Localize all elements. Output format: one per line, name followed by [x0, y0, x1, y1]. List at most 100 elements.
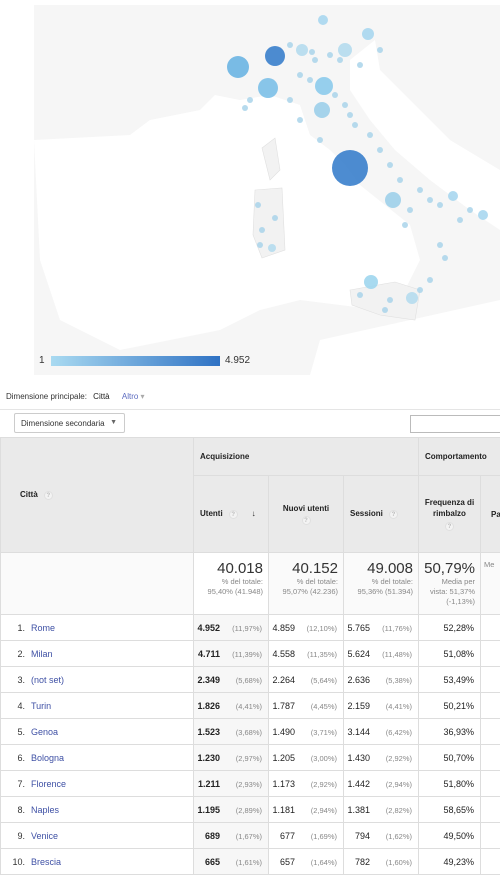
secondary-dimension-dropdown[interactable]: Dimensione secondaria ▼ — [14, 413, 125, 433]
city-link[interactable]: Turin — [31, 701, 51, 711]
geo-map[interactable] — [0, 0, 500, 385]
city-bubble[interactable] — [338, 43, 352, 57]
city-bubble[interactable] — [357, 292, 363, 298]
city-bubble[interactable] — [387, 162, 393, 168]
city-bubble[interactable] — [312, 57, 318, 63]
city-link[interactable]: (not set) — [31, 675, 64, 685]
city-bubble[interactable] — [377, 147, 383, 153]
city-bubble[interactable] — [315, 77, 333, 95]
table-search-input[interactable] — [410, 415, 500, 433]
city-bubble[interactable] — [296, 44, 308, 56]
column-header-pages[interactable]: Pa — [480, 475, 500, 553]
city-bubble[interactable] — [352, 122, 358, 128]
city-bubble[interactable] — [362, 28, 374, 40]
sessions-cell: 1.442 (2,94%) — [343, 770, 419, 797]
city-bubble[interactable] — [457, 217, 463, 223]
legend-min: 1 — [39, 355, 45, 366]
city-bubble[interactable] — [242, 105, 248, 111]
city-bubble[interactable] — [317, 137, 323, 143]
users-cell: 1.230 (2,97%) — [193, 744, 269, 771]
column-header-city[interactable]: Città? — [0, 437, 194, 553]
other-dimension-link[interactable]: Altro ▾ — [122, 392, 145, 401]
city-bubble[interactable] — [255, 202, 261, 208]
help-icon[interactable]: ? — [388, 509, 398, 519]
city-bubble[interactable] — [385, 192, 401, 208]
city-bubble[interactable] — [367, 132, 373, 138]
sessions-cell: 3.144 (6,42%) — [343, 718, 419, 745]
city-bubble[interactable] — [327, 52, 333, 58]
city-bubble[interactable] — [377, 47, 383, 53]
city-bubble[interactable] — [397, 177, 403, 183]
city-cell: 8. Naples — [0, 796, 194, 823]
row-index: 6. — [17, 752, 25, 763]
new-users-cell: 1.173 (2,92%) — [268, 770, 344, 797]
users-cell: 1.211 (2,93%) — [193, 770, 269, 797]
city-bubble[interactable] — [427, 277, 433, 283]
city-bubble[interactable] — [437, 202, 443, 208]
city-link[interactable]: Rome — [31, 623, 55, 633]
primary-dimension-city[interactable]: Città — [93, 392, 109, 401]
column-header-users[interactable]: Utenti? ↓ — [193, 475, 269, 553]
city-bubble[interactable] — [247, 97, 253, 103]
city-bubble[interactable] — [442, 255, 448, 261]
city-link[interactable]: Milan — [31, 649, 53, 659]
users-cell: 1.195 (2,89%) — [193, 796, 269, 823]
city-bubble[interactable] — [268, 244, 276, 252]
city-bubble[interactable] — [332, 92, 338, 98]
city-bubble[interactable] — [382, 307, 388, 313]
city-bubble[interactable] — [258, 78, 278, 98]
city-bubble[interactable] — [417, 187, 423, 193]
city-bubble[interactable] — [417, 287, 423, 293]
column-header-bounce-rate[interactable]: Frequenza di rimbalzo? — [418, 475, 481, 553]
total-pages: Me — [480, 552, 500, 615]
city-bubble[interactable] — [478, 210, 488, 220]
bounce-rate-cell: 50,70% — [418, 744, 481, 771]
city-bubble[interactable] — [406, 292, 418, 304]
city-bubble[interactable] — [342, 102, 348, 108]
help-icon[interactable]: ? — [228, 509, 238, 519]
city-link[interactable]: Brescia — [31, 857, 61, 867]
column-header-new-users[interactable]: Nuovi utenti? — [268, 475, 344, 553]
city-bubble[interactable] — [272, 215, 278, 221]
city-cell: 9. Venice — [0, 822, 194, 849]
bounce-rate-cell: 49,50% — [418, 822, 481, 849]
city-link[interactable]: Venice — [31, 831, 58, 841]
city-bubble[interactable] — [309, 49, 315, 55]
city-bubble[interactable] — [257, 242, 263, 248]
city-bubble[interactable] — [467, 207, 473, 213]
city-bubble[interactable] — [318, 15, 328, 25]
help-icon[interactable]: ? — [445, 521, 454, 531]
users-cell: 4.711 (11,39%) — [193, 640, 269, 667]
city-bubble[interactable] — [448, 191, 458, 201]
users-cell: 1.523 (3,68%) — [193, 718, 269, 745]
city-bubble[interactable] — [407, 207, 413, 213]
city-bubble[interactable] — [307, 77, 313, 83]
sessions-cell: 2.159 (4,41%) — [343, 692, 419, 719]
help-icon[interactable]: ? — [43, 490, 53, 500]
city-bubble[interactable] — [265, 46, 285, 66]
column-header-sessions[interactable]: Sessioni? — [343, 475, 419, 553]
pages-cell — [480, 848, 500, 875]
city-bubble[interactable] — [357, 62, 363, 68]
city-link[interactable]: Genoa — [31, 727, 58, 737]
city-bubble[interactable] — [287, 42, 293, 48]
city-bubble[interactable] — [259, 227, 265, 233]
city-bubble[interactable] — [402, 222, 408, 228]
city-bubble[interactable] — [387, 297, 393, 303]
city-bubble[interactable] — [287, 97, 293, 103]
city-link[interactable]: Florence — [31, 779, 66, 789]
city-link[interactable]: Naples — [31, 805, 59, 815]
city-bubble[interactable] — [297, 72, 303, 78]
city-link[interactable]: Bologna — [31, 753, 64, 763]
city-bubble[interactable] — [332, 150, 368, 186]
city-bubble[interactable] — [227, 56, 249, 78]
city-bubble[interactable] — [297, 117, 303, 123]
city-bubble[interactable] — [364, 275, 378, 289]
city-bubble[interactable] — [437, 242, 443, 248]
city-bubble[interactable] — [337, 57, 343, 63]
city-header-label: Città — [20, 490, 38, 500]
help-icon[interactable]: ? — [301, 515, 311, 525]
city-bubble[interactable] — [347, 112, 353, 118]
city-bubble[interactable] — [314, 102, 330, 118]
city-bubble[interactable] — [427, 197, 433, 203]
